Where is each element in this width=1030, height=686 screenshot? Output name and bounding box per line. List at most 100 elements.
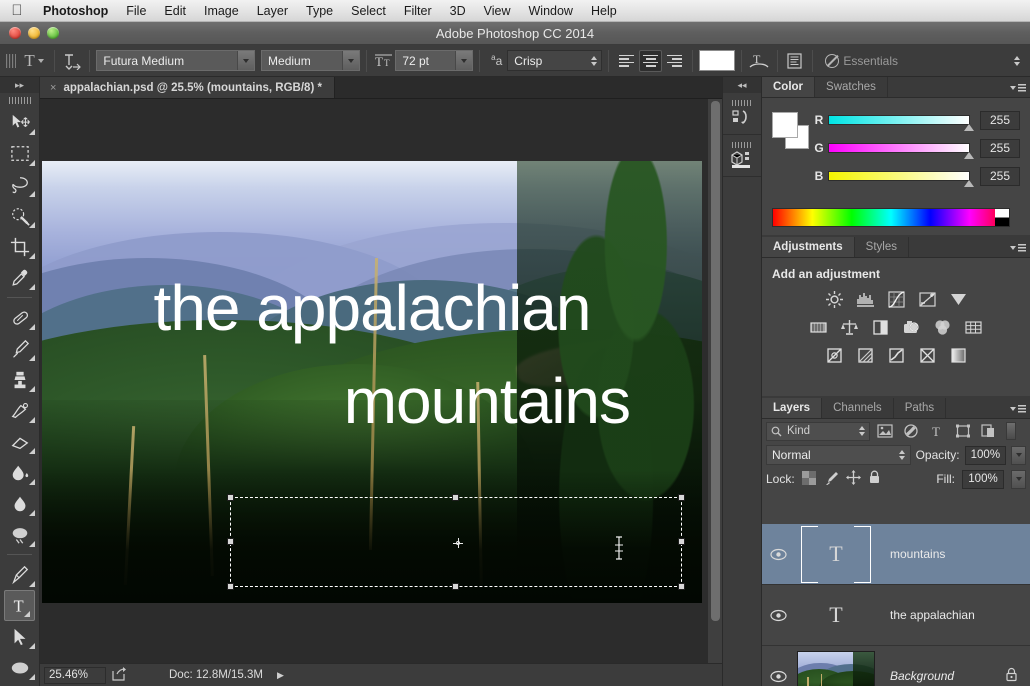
- tool-preset-picker[interactable]: T: [20, 51, 47, 71]
- text-orientation-icon[interactable]: [61, 50, 84, 72]
- color-panel-swatches[interactable]: [772, 112, 810, 150]
- fill-value[interactable]: 100%: [962, 470, 1004, 489]
- filter-adjustment-icon[interactable]: [900, 422, 922, 441]
- document-tab[interactable]: × appalachian.psd @ 25.5% (mountains, RG…: [40, 77, 335, 98]
- gradient-map-icon[interactable]: [916, 345, 938, 365]
- vibrance-icon[interactable]: [947, 289, 969, 309]
- threshold-icon[interactable]: [885, 345, 907, 365]
- stepper-arrows-icon[interactable]: [587, 51, 601, 70]
- filter-enable-toggle[interactable]: [1006, 422, 1016, 440]
- font-size-field[interactable]: 72 pt: [395, 50, 473, 71]
- align-center-button[interactable]: [639, 50, 663, 72]
- menu-item-edit[interactable]: Edit: [155, 0, 195, 22]
- tab-paths[interactable]: Paths: [894, 398, 946, 418]
- text-layer-mountains[interactable]: mountains: [42, 369, 702, 433]
- zoom-level-field[interactable]: 25.46%: [44, 667, 106, 684]
- share-icon[interactable]: [112, 667, 127, 684]
- pen-tool[interactable]: [0, 559, 39, 590]
- slider-knob[interactable]: [964, 180, 974, 187]
- panel-menu-icon[interactable]: [1010, 241, 1026, 254]
- g-value[interactable]: 255: [980, 139, 1020, 158]
- clone-stamp-tool[interactable]: [0, 364, 39, 395]
- lock-image-pixels-icon[interactable]: [823, 471, 839, 488]
- anti-aliasing-select[interactable]: Crisp: [507, 50, 602, 71]
- options-bar-gripper[interactable]: [5, 50, 16, 72]
- menu-item-layer[interactable]: Layer: [248, 0, 297, 22]
- black-white-chips[interactable]: [995, 209, 1009, 226]
- layer-name[interactable]: the appalachian: [878, 608, 1030, 622]
- slider-knob[interactable]: [964, 124, 974, 131]
- levels-icon[interactable]: [854, 289, 876, 309]
- lasso-tool[interactable]: [0, 169, 39, 200]
- type-tool[interactable]: T: [4, 590, 35, 621]
- panel-menu-icon[interactable]: [1010, 81, 1026, 94]
- menu-item-window[interactable]: Window: [520, 0, 582, 22]
- b-slider[interactable]: [828, 171, 970, 181]
- tab-adjustments[interactable]: Adjustments: [762, 237, 855, 257]
- double-arrow-right-icon[interactable]: ▸▸: [0, 77, 39, 93]
- scrollbar-thumb[interactable]: [711, 101, 720, 621]
- posterize-icon[interactable]: [854, 345, 876, 365]
- dock-gripper[interactable]: [732, 100, 752, 106]
- opacity-dropdown-icon[interactable]: [1011, 446, 1026, 465]
- workspace-switcher[interactable]: Essentials: [819, 50, 1030, 71]
- align-right-button[interactable]: [662, 50, 686, 72]
- dock-gripper[interactable]: [732, 142, 752, 148]
- eyedropper-tool[interactable]: [0, 262, 39, 293]
- layer-name[interactable]: mountains: [878, 547, 1030, 561]
- r-slider[interactable]: [828, 115, 970, 125]
- lock-all-icon[interactable]: [868, 470, 881, 488]
- menu-item-view[interactable]: View: [475, 0, 520, 22]
- layer-filter-kind-select[interactable]: Kind: [766, 422, 870, 441]
- blend-mode-select[interactable]: Normal: [766, 445, 911, 465]
- menu-item-file[interactable]: File: [117, 0, 155, 22]
- lock-transparent-pixels-icon[interactable]: [802, 471, 816, 488]
- chevron-down-icon[interactable]: [455, 51, 472, 70]
- apple-logo-icon[interactable]: : [0, 3, 34, 18]
- menu-item-image[interactable]: Image: [195, 0, 248, 22]
- filter-type-icon[interactable]: T: [926, 422, 948, 441]
- color-balance-icon[interactable]: [839, 317, 861, 337]
- spot-healing-brush-tool[interactable]: [0, 302, 39, 333]
- layer-thumbnail[interactable]: T: [794, 588, 878, 643]
- crop-tool[interactable]: [0, 231, 39, 262]
- canvas-vertical-scrollbar[interactable]: [707, 99, 722, 663]
- channel-mixer-icon[interactable]: [932, 317, 954, 337]
- black-white-icon[interactable]: [870, 317, 892, 337]
- tab-channels[interactable]: Channels: [822, 398, 894, 418]
- menu-item-select[interactable]: Select: [342, 0, 395, 22]
- slider-knob[interactable]: [964, 152, 974, 159]
- align-left-button[interactable]: [615, 50, 639, 72]
- menu-item-3d[interactable]: 3D: [441, 0, 475, 22]
- exposure-icon[interactable]: [916, 289, 938, 309]
- move-tool[interactable]: [0, 107, 39, 138]
- text-layer-the-appalachian[interactable]: the appalachian: [42, 276, 702, 340]
- panel-menu-icon[interactable]: [1010, 402, 1026, 415]
- invert-icon[interactable]: [823, 345, 845, 365]
- selective-color-icon[interactable]: [947, 345, 969, 365]
- tab-color[interactable]: Color: [762, 77, 815, 97]
- stepper-arrows-icon[interactable]: [859, 426, 865, 436]
- g-slider[interactable]: [828, 143, 970, 153]
- ellipse-tool[interactable]: [0, 652, 39, 683]
- curves-icon[interactable]: [885, 289, 907, 309]
- transform-reference-point[interactable]: [453, 538, 463, 548]
- character-paragraph-panels-icon[interactable]: [784, 50, 807, 72]
- tab-styles[interactable]: Styles: [855, 237, 909, 257]
- b-value[interactable]: 255: [980, 167, 1020, 186]
- history-panel-icon[interactable]: [723, 93, 761, 135]
- close-icon[interactable]: ×: [50, 82, 56, 94]
- layer-row-the-appalachian[interactable]: T the appalachian: [762, 585, 1030, 646]
- color-lookup-icon[interactable]: [963, 317, 985, 337]
- layer-thumbnail[interactable]: [794, 651, 878, 686]
- r-value[interactable]: 255: [980, 111, 1020, 130]
- filter-pixel-icon[interactable]: [874, 422, 896, 441]
- tab-layers[interactable]: Layers: [762, 398, 822, 418]
- layer-visibility-toggle[interactable]: [762, 548, 794, 561]
- brush-tool[interactable]: [0, 333, 39, 364]
- lock-position-icon[interactable]: [846, 470, 861, 488]
- menu-item-type[interactable]: Type: [297, 0, 342, 22]
- layer-row-mountains[interactable]: T mountains: [762, 524, 1030, 585]
- tab-swatches[interactable]: Swatches: [815, 77, 888, 97]
- foreground-color-swatch[interactable]: [772, 112, 798, 138]
